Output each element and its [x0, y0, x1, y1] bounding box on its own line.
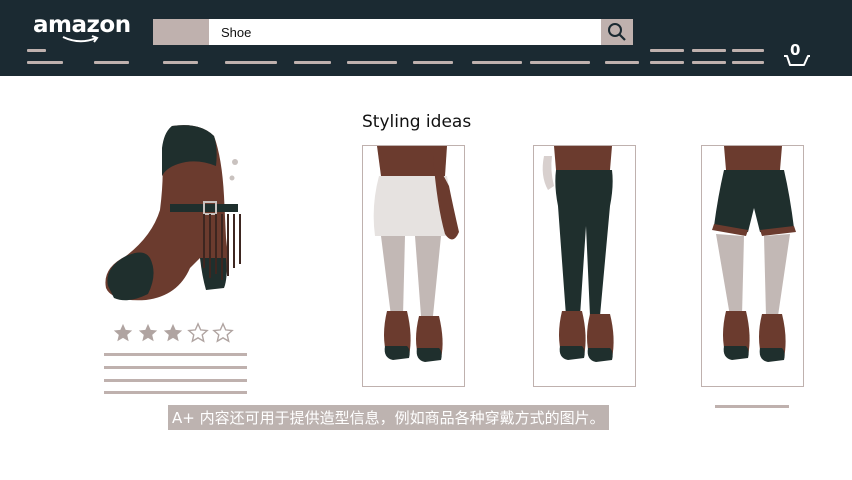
- look-caption-line: [715, 405, 789, 408]
- orders-link-placeholder[interactable]: [692, 49, 726, 52]
- search-category-dropdown[interactable]: [153, 19, 209, 45]
- product-description-line: [104, 353, 247, 356]
- outfit-image: [373, 146, 459, 362]
- returns-link-placeholder[interactable]: [732, 49, 764, 52]
- nav-link-placeholder[interactable]: [605, 61, 639, 64]
- menu-icon-line[interactable]: [27, 49, 46, 52]
- nav-link-placeholder[interactable]: [163, 61, 198, 64]
- orders-link-placeholder[interactable]: [692, 61, 726, 64]
- styling-look-card[interactable]: [362, 145, 465, 387]
- product-boot-image[interactable]: [100, 118, 250, 308]
- product-description-line: [104, 379, 247, 382]
- star-empty-icon: [212, 322, 234, 343]
- video-subtitle: A+ 内容还可用于提供造型信息，例如商品各种穿戴方式的图片。: [168, 405, 609, 430]
- star-filled-icon: [113, 323, 133, 342]
- returns-link-placeholder[interactable]: [732, 61, 764, 64]
- menu-icon-line[interactable]: [27, 61, 63, 64]
- nav-link-placeholder[interactable]: [94, 61, 129, 64]
- search-button[interactable]: [601, 19, 633, 45]
- nav-link-placeholder[interactable]: [530, 61, 590, 64]
- product-description-line: [104, 366, 247, 369]
- product-description-line: [104, 391, 247, 394]
- account-link-placeholder[interactable]: [650, 49, 684, 52]
- nav-link-placeholder[interactable]: [294, 61, 331, 64]
- star-filled-icon: [163, 323, 183, 342]
- star-empty-icon: [187, 322, 209, 343]
- nav-link-placeholder[interactable]: [413, 61, 453, 64]
- logo-smile-arrow: [62, 35, 99, 43]
- outfit-image: [712, 146, 796, 362]
- nav-link-placeholder[interactable]: [347, 61, 397, 64]
- styling-look-card[interactable]: [533, 145, 636, 387]
- outfit-image: [542, 146, 614, 362]
- styling-look-card[interactable]: [701, 145, 804, 387]
- star-filled-icon: [138, 323, 158, 342]
- account-link-placeholder[interactable]: [650, 61, 684, 64]
- styling-ideas-heading: Styling ideas: [362, 112, 472, 132]
- nav-link-placeholder[interactable]: [472, 61, 522, 64]
- search-icon: [608, 23, 626, 41]
- cart-count[interactable]: 0: [790, 41, 800, 59]
- search-input[interactable]: [209, 19, 601, 45]
- nav-link-placeholder[interactable]: [225, 61, 277, 64]
- product-rating[interactable]: [112, 322, 234, 344]
